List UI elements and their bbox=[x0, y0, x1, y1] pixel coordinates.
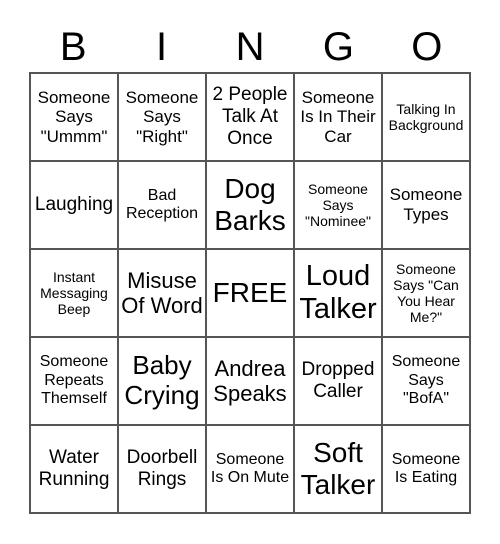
cell-text: Dog Barks bbox=[214, 172, 286, 236]
bingo-cell[interactable]: Baby Crying bbox=[118, 337, 206, 425]
bingo-cell[interactable]: Doorbell Rings bbox=[118, 425, 206, 513]
header-letter-n: N bbox=[235, 25, 265, 69]
bingo-cell[interactable]: Bad Reception bbox=[118, 161, 206, 249]
bingo-cell[interactable]: Someone Types bbox=[382, 161, 470, 249]
cell-text: Bad Reception bbox=[125, 186, 199, 222]
bingo-cell[interactable]: Talking In Background bbox=[382, 73, 470, 161]
cell-text: Someone Says "Ummm" bbox=[37, 87, 111, 146]
cell-text: Talking In Background bbox=[388, 100, 464, 133]
cell-text: Andrea Speaks bbox=[213, 355, 287, 406]
bingo-cell[interactable]: Someone Says "Ummm" bbox=[30, 73, 118, 161]
bingo-cell[interactable]: Someone Says "Right" bbox=[118, 73, 206, 161]
cell-text: Loud Talker bbox=[299, 259, 377, 325]
cell-text: Misuse Of Word bbox=[121, 267, 203, 318]
cell-text: 2 People Talk At Once bbox=[212, 84, 288, 149]
bingo-cell[interactable]: Dog Barks bbox=[206, 161, 294, 249]
bingo-cell[interactable]: Someone Is Eating bbox=[382, 425, 470, 513]
cell-text: Someone Says "BofA" bbox=[391, 353, 461, 408]
bingo-cell[interactable]: Instant Messaging Beep bbox=[30, 249, 118, 337]
bingo-cell[interactable]: Someone Repeats Themself bbox=[30, 337, 118, 425]
cell-text: Instant Messaging Beep bbox=[40, 268, 108, 318]
bingo-cell[interactable]: Someone Says "Can You Hear Me?" bbox=[382, 249, 470, 337]
bingo-cell[interactable]: Someone Is On Mute bbox=[206, 425, 294, 513]
bingo-cell[interactable]: Someone Says "BofA" bbox=[382, 337, 470, 425]
header-letter-b: B bbox=[59, 25, 87, 69]
cell-text: Water Running bbox=[38, 447, 110, 490]
cell-text: Someone Is Eating bbox=[391, 450, 461, 486]
bingo-cell[interactable]: Someone Says "Nominee" bbox=[294, 161, 382, 249]
bingo-cell[interactable]: Andrea Speaks bbox=[206, 337, 294, 425]
header-letter-i: I bbox=[156, 25, 168, 69]
bingo-cell[interactable]: Dropped Caller bbox=[294, 337, 382, 425]
cell-text: Someone Is In Their Car bbox=[300, 87, 376, 146]
header-letter-g: G bbox=[322, 25, 354, 69]
bingo-cell[interactable]: Water Running bbox=[30, 425, 118, 513]
cell-text: Someone Says "Right" bbox=[125, 87, 199, 146]
cell-text: Someone Repeats Themself bbox=[39, 353, 109, 408]
header-letter-o: O bbox=[411, 25, 443, 69]
free-space-label: FREE bbox=[212, 276, 288, 308]
cell-text: Baby Crying bbox=[124, 350, 200, 410]
bingo-header: B I N G O bbox=[29, 22, 471, 72]
cell-text: Soft Talker bbox=[300, 436, 376, 500]
cell-text: Someone Is On Mute bbox=[210, 450, 290, 486]
bingo-cell[interactable]: Soft Talker bbox=[294, 425, 382, 513]
cell-text: Someone Says "Nominee" bbox=[305, 180, 371, 230]
bingo-grid: Someone Says "Ummm" Someone Says "Right"… bbox=[29, 72, 471, 514]
bingo-cell[interactable]: 2 People Talk At Once bbox=[206, 73, 294, 161]
bingo-cell free-space[interactable]: FREE bbox=[206, 249, 294, 337]
cell-text: Doorbell Rings bbox=[126, 447, 198, 490]
cell-text: Dropped Caller bbox=[301, 359, 375, 402]
bingo-cell[interactable]: Laughing bbox=[30, 161, 118, 249]
cell-text: Laughing bbox=[34, 194, 114, 216]
cell-text: Someone Says "Can You Hear Me?" bbox=[393, 260, 459, 326]
cell-text: Someone Types bbox=[389, 185, 463, 224]
bingo-cell[interactable]: Misuse Of Word bbox=[118, 249, 206, 337]
bingo-cell[interactable]: Someone Is In Their Car bbox=[294, 73, 382, 161]
bingo-cell[interactable]: Loud Talker bbox=[294, 249, 382, 337]
